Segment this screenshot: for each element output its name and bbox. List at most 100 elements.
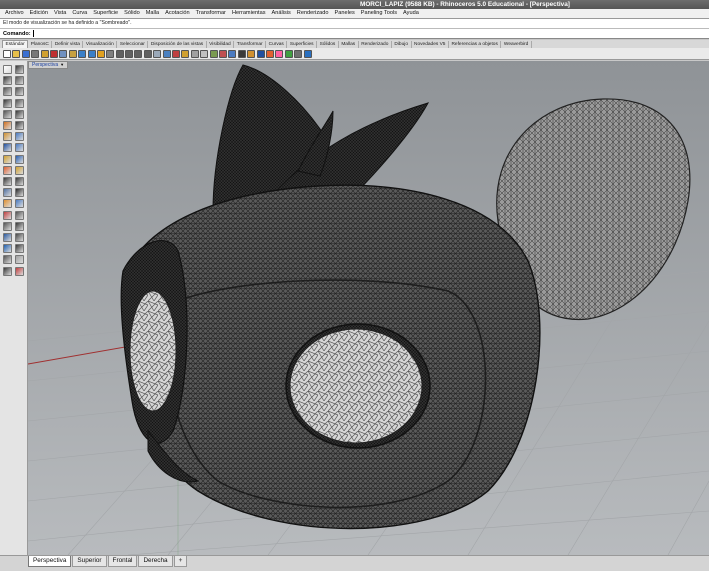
save-icon[interactable] bbox=[21, 49, 30, 58]
add-viewport-tab[interactable]: + bbox=[173, 556, 188, 567]
menu-item-7[interactable]: Acotación bbox=[162, 9, 193, 18]
zoom-window-icon[interactable] bbox=[125, 49, 134, 58]
line-icon[interactable] bbox=[3, 76, 12, 86]
sphere-icon[interactable] bbox=[256, 49, 265, 58]
toolbar-tab-7[interactable]: Transformar bbox=[234, 41, 267, 48]
lights-icon[interactable] bbox=[275, 49, 284, 58]
check-icon[interactable] bbox=[3, 266, 12, 276]
viewport-title[interactable]: Perspectiva ▼ bbox=[28, 61, 69, 69]
sweep-icon[interactable] bbox=[3, 143, 12, 153]
menu-item-14[interactable]: Ayuda bbox=[400, 9, 422, 18]
mesh-icon[interactable] bbox=[15, 177, 24, 186]
toolbar-tab-11[interactable]: Mallas bbox=[339, 41, 359, 48]
menu-item-0[interactable]: Archivo bbox=[2, 9, 27, 18]
dimension-icon[interactable] bbox=[3, 244, 12, 254]
offset-icon[interactable] bbox=[3, 121, 12, 130]
options-icon[interactable] bbox=[294, 49, 303, 58]
ellipse-icon[interactable] bbox=[3, 109, 12, 119]
shaded-icon[interactable] bbox=[237, 49, 246, 58]
analysis-icon[interactable] bbox=[15, 255, 24, 265]
explode-icon[interactable] bbox=[15, 221, 24, 231]
material-icon[interactable] bbox=[284, 49, 293, 58]
boolean-union-icon[interactable] bbox=[15, 165, 24, 175]
open-file-icon[interactable] bbox=[12, 49, 21, 58]
copy-icon[interactable] bbox=[59, 49, 68, 58]
toolbar-tab-15[interactable]: Referencias a objetos bbox=[449, 41, 502, 48]
layer-icon[interactable] bbox=[15, 266, 24, 276]
rendered-icon[interactable] bbox=[247, 49, 256, 58]
paste-icon[interactable] bbox=[68, 49, 77, 58]
perspective-viewport[interactable]: Perspectiva ▼ bbox=[28, 61, 709, 555]
render-icon[interactable] bbox=[265, 49, 274, 58]
toolbar-tab-4[interactable]: Seleccionar bbox=[117, 41, 149, 48]
scale-icon[interactable] bbox=[15, 199, 24, 209]
hide-icon[interactable] bbox=[190, 49, 199, 58]
layer-icon[interactable] bbox=[209, 49, 218, 58]
split-icon[interactable] bbox=[15, 233, 24, 242]
cut-icon[interactable] bbox=[49, 49, 58, 58]
circle-icon[interactable] bbox=[3, 98, 12, 108]
zoom-extents-icon[interactable] bbox=[134, 49, 143, 58]
rectangle-icon[interactable] bbox=[3, 87, 12, 97]
viewport-tab-1[interactable]: Superior bbox=[72, 556, 107, 567]
toolbar-tab-14[interactable]: Novedades V5 bbox=[412, 41, 449, 48]
copy-object-icon[interactable] bbox=[15, 188, 24, 198]
menu-item-11[interactable]: Renderizado bbox=[294, 9, 332, 18]
loft-icon[interactable] bbox=[15, 132, 24, 142]
zoom-icon[interactable] bbox=[115, 49, 124, 58]
import-icon[interactable] bbox=[40, 49, 49, 58]
arc-icon[interactable] bbox=[15, 98, 24, 108]
toolbar-tab-2[interactable]: Definir vista bbox=[52, 41, 84, 48]
mirror-icon[interactable] bbox=[3, 210, 12, 220]
join-icon[interactable] bbox=[3, 221, 12, 231]
point-icon[interactable] bbox=[15, 65, 24, 74]
menu-item-6[interactable]: Malla bbox=[143, 9, 162, 18]
select-icon[interactable] bbox=[3, 65, 12, 74]
toolbar-tab-8[interactable]: Curvas bbox=[266, 41, 288, 48]
polyline-icon[interactable] bbox=[15, 76, 24, 86]
toolbar-tab-5[interactable]: Disposición de las vistas bbox=[148, 41, 207, 48]
lock-icon[interactable] bbox=[200, 49, 209, 58]
viewport-tab-3[interactable]: Derecha bbox=[138, 556, 173, 567]
undo-icon[interactable] bbox=[78, 49, 87, 58]
four-viewports-icon[interactable] bbox=[162, 49, 171, 58]
menu-item-4[interactable]: Superficie bbox=[90, 9, 121, 18]
menu-item-12[interactable]: Paneles bbox=[332, 9, 358, 18]
revolve-icon[interactable] bbox=[15, 143, 24, 153]
menu-item-8[interactable]: Transformar bbox=[193, 9, 229, 18]
toolbar-tab-1[interactable]: PlanosC bbox=[28, 41, 53, 48]
curve-icon[interactable] bbox=[15, 109, 24, 119]
toolbar-tab-12[interactable]: Renderizado bbox=[359, 41, 392, 48]
polygon-icon[interactable] bbox=[15, 87, 24, 97]
menu-item-5[interactable]: Sólido bbox=[121, 9, 143, 18]
boolean-difference-icon[interactable] bbox=[3, 177, 12, 186]
move-icon[interactable] bbox=[3, 188, 12, 198]
viewport-tab-2[interactable]: Frontal bbox=[107, 556, 138, 567]
cplane-icon[interactable] bbox=[172, 49, 181, 58]
command-line[interactable]: Comando: bbox=[0, 28, 709, 39]
menu-item-9[interactable]: Herramientas bbox=[229, 9, 269, 18]
print-icon[interactable] bbox=[31, 49, 40, 58]
rotate-icon[interactable] bbox=[3, 199, 12, 209]
sphere-icon[interactable] bbox=[15, 154, 24, 164]
box-icon[interactable] bbox=[3, 154, 12, 164]
array-icon[interactable] bbox=[15, 210, 24, 220]
new-file-icon[interactable] bbox=[3, 49, 11, 58]
group-icon[interactable] bbox=[3, 255, 12, 265]
toolbar-tab-3[interactable]: Visualización bbox=[83, 41, 118, 48]
rotate-view-icon[interactable] bbox=[106, 49, 115, 58]
redo-icon[interactable] bbox=[87, 49, 96, 58]
viewport-tab-0[interactable]: Perspectiva bbox=[28, 556, 72, 567]
menu-item-2[interactable]: Vista bbox=[51, 9, 69, 18]
extrude-icon[interactable] bbox=[3, 132, 12, 142]
menu-item-13[interactable]: Paneling Tools bbox=[358, 9, 400, 18]
fillet-icon[interactable] bbox=[15, 121, 24, 130]
select-all-icon[interactable] bbox=[181, 49, 190, 58]
toolbar-tab-0[interactable]: Estándar bbox=[2, 40, 29, 48]
toolbar-tab-10[interactable]: Sólidos bbox=[317, 41, 339, 48]
menu-item-10[interactable]: Análisis bbox=[269, 9, 294, 18]
toolbar-tab-13[interactable]: Dibujo bbox=[392, 41, 412, 48]
toolbar-tab-6[interactable]: Visibilidad bbox=[207, 41, 235, 48]
wireframe-icon[interactable] bbox=[228, 49, 237, 58]
text-icon[interactable] bbox=[15, 244, 24, 254]
